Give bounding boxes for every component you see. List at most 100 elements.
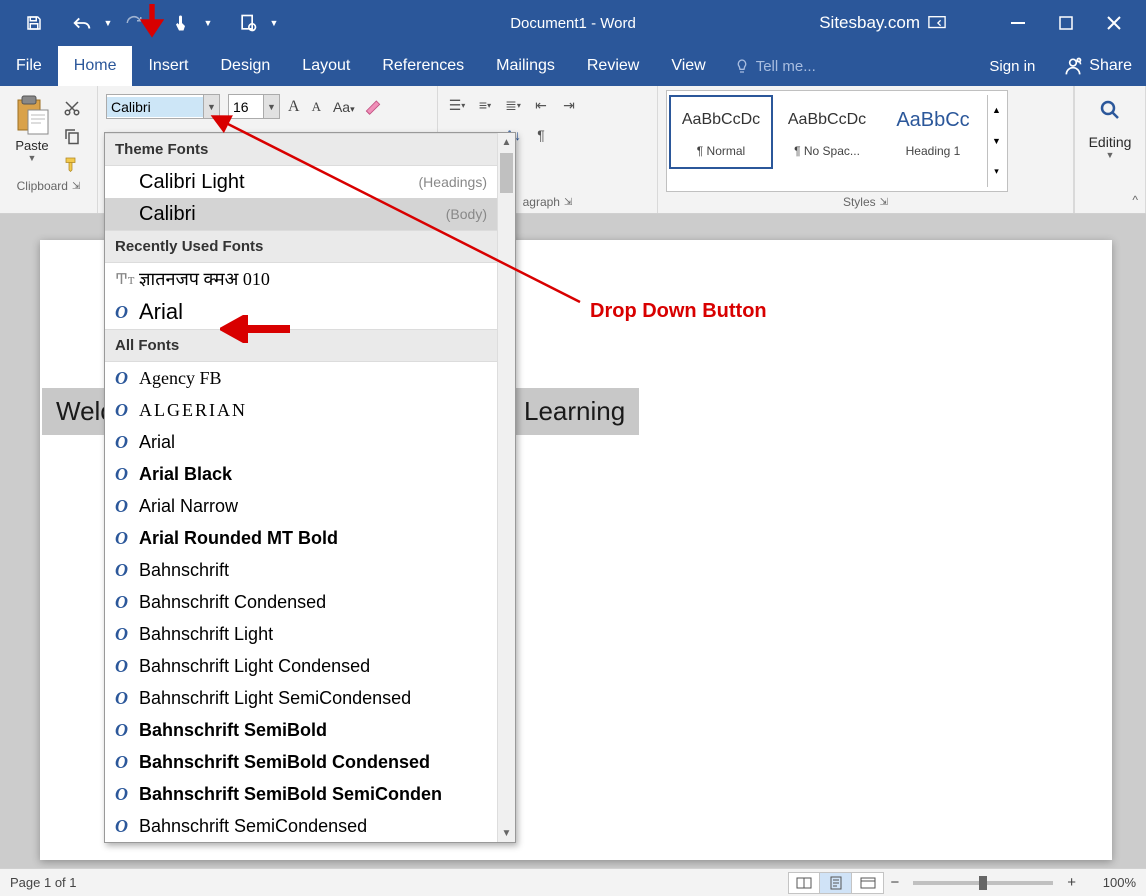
font-option-bahnschrift-semibold[interactable]: OBahnschrift SemiBold xyxy=(105,714,497,746)
format-painter-icon[interactable] xyxy=(60,152,84,176)
cut-icon[interactable] xyxy=(60,96,84,120)
redo-icon[interactable] xyxy=(120,9,148,37)
style-no-spacing[interactable]: AaBbCcDc ¶ No Spac... xyxy=(775,95,879,169)
font-option-calibri[interactable]: O Calibri (Body) xyxy=(105,198,497,230)
multilevel-icon[interactable]: ≣▾ xyxy=(502,94,524,116)
font-option-agency-fb[interactable]: OAgency FB xyxy=(105,362,497,394)
font-option-arial[interactable]: OArial xyxy=(105,426,497,458)
truetype-icon: Ͳт xyxy=(115,270,139,289)
tab-mailings[interactable]: Mailings xyxy=(480,46,571,86)
screen-icon xyxy=(928,15,946,31)
print-preview-icon[interactable] xyxy=(234,9,262,37)
style-normal[interactable]: AaBbCcDc ¶ Normal xyxy=(669,95,773,169)
bullets-icon[interactable]: ☰▾ xyxy=(446,94,468,116)
font-option-algerian[interactable]: OALGERIAN xyxy=(105,394,497,426)
styles-dialog-launcher-icon[interactable]: ⇲ xyxy=(880,197,888,208)
zoom-percent[interactable]: 100% xyxy=(1082,875,1136,890)
tell-me-box[interactable]: Tell me... xyxy=(722,46,828,86)
tab-review[interactable]: Review xyxy=(571,46,655,86)
zoom-out-button[interactable]: − xyxy=(884,874,905,891)
web-layout-icon[interactable] xyxy=(852,872,884,894)
save-icon[interactable] xyxy=(20,9,48,37)
copy-icon[interactable] xyxy=(60,124,84,148)
font-option-recent-0[interactable]: Ͳт ज्ञातनजप क्मअ 010 xyxy=(105,263,497,295)
scroll-thumb[interactable] xyxy=(500,153,513,193)
font-option-bahnschrift[interactable]: OBahnschrift xyxy=(105,554,497,586)
font-option-arial-black[interactable]: OArial Black xyxy=(105,458,497,490)
collapse-ribbon-icon[interactable]: ^ xyxy=(1132,193,1138,207)
change-case-button[interactable]: Aa▾ xyxy=(329,99,359,115)
page-count[interactable]: Page 1 of 1 xyxy=(10,875,77,890)
maximize-button[interactable] xyxy=(1042,7,1090,39)
font-option-calibri-light[interactable]: O Calibri Light (Headings) xyxy=(105,166,497,198)
qat-customize-icon[interactable]: ▼ xyxy=(268,9,280,37)
sign-in-button[interactable]: Sign in xyxy=(975,46,1049,86)
share-icon xyxy=(1063,56,1083,76)
decrease-font-button[interactable]: A xyxy=(308,99,325,115)
lightbulb-icon xyxy=(734,58,750,74)
font-option-bahnschrift-light-condensed[interactable]: OBahnschrift Light Condensed xyxy=(105,650,497,682)
zoom-slider[interactable] xyxy=(913,881,1053,885)
increase-font-button[interactable]: A xyxy=(284,98,304,116)
font-option-recent-arial[interactable]: O Arial xyxy=(105,295,497,329)
undo-dropdown-icon[interactable]: ▼ xyxy=(102,9,114,37)
font-option-bahnschrift-light[interactable]: OBahnschrift Light xyxy=(105,618,497,650)
font-option-bahnschrift-semicondensed[interactable]: OBahnschrift SemiCondensed xyxy=(105,810,497,842)
styles-scroll-up-icon[interactable]: ▲ xyxy=(988,95,1005,126)
font-size-combo[interactable]: ▼ xyxy=(228,94,280,119)
scroll-down-icon[interactable]: ▼ xyxy=(498,824,515,842)
decrease-indent-icon[interactable]: ⇤ xyxy=(530,94,552,116)
minimize-button[interactable] xyxy=(994,7,1042,39)
styles-group-label: Styles xyxy=(843,195,876,209)
read-mode-icon[interactable] xyxy=(788,872,820,894)
group-clipboard: Paste ▼ Clipboard ⇲ xyxy=(0,86,98,213)
font-option-arial-rounded[interactable]: OArial Rounded MT Bold xyxy=(105,522,497,554)
font-option-bahnschrift-semibold-condensed[interactable]: OBahnschrift SemiBold Condensed xyxy=(105,746,497,778)
tab-design[interactable]: Design xyxy=(204,46,286,86)
font-option-bahnschrift-condensed[interactable]: OBahnschrift Condensed xyxy=(105,586,497,618)
undo-icon[interactable] xyxy=(68,9,96,37)
tab-references[interactable]: References xyxy=(366,46,480,86)
paragraph-dialog-launcher-icon[interactable]: ⇲ xyxy=(564,197,572,208)
font-option-arial-narrow[interactable]: OArial Narrow xyxy=(105,490,497,522)
scroll-up-icon[interactable]: ▲ xyxy=(498,133,515,151)
touch-dropdown-icon[interactable]: ▼ xyxy=(202,9,214,37)
font-option-bahnschrift-light-semicondensed[interactable]: OBahnschrift Light SemiCondensed xyxy=(105,682,497,714)
font-name-dropdown-button[interactable]: ▼ xyxy=(203,95,219,118)
clipboard-dialog-launcher-icon[interactable]: ⇲ xyxy=(72,181,80,192)
recent-fonts-header: Recently Used Fonts xyxy=(105,230,497,263)
styles-expand-icon[interactable]: ▾ xyxy=(988,156,1005,187)
increase-indent-icon[interactable]: ⇥ xyxy=(558,94,580,116)
paste-label: Paste xyxy=(8,138,56,153)
view-buttons xyxy=(788,872,884,894)
tab-layout[interactable]: Layout xyxy=(286,46,366,86)
quick-access-toolbar: ▼ ▼ ▼ xyxy=(0,9,280,37)
share-button[interactable]: Share xyxy=(1049,46,1146,86)
font-size-dropdown-button[interactable]: ▼ xyxy=(263,95,279,118)
tab-file[interactable]: File xyxy=(0,46,58,86)
clear-formatting-icon[interactable] xyxy=(363,96,385,118)
font-name-combo[interactable]: ▼ xyxy=(106,94,220,119)
styles-scroll-down-icon[interactable]: ▼ xyxy=(988,126,1005,157)
zoom-in-button[interactable]: + xyxy=(1061,874,1082,891)
font-option-bahnschrift-semibold-semiconden[interactable]: OBahnschrift SemiBold SemiConden xyxy=(105,778,497,810)
style-heading1[interactable]: AaBbCc Heading 1 xyxy=(881,95,985,169)
find-icon xyxy=(1083,98,1137,128)
numbering-icon[interactable]: ≡▾ xyxy=(474,94,496,116)
tab-home[interactable]: Home xyxy=(58,46,133,86)
theme-fonts-header: Theme Fonts xyxy=(105,133,497,166)
close-button[interactable] xyxy=(1090,7,1138,39)
editing-button[interactable]: Editing ▼ xyxy=(1083,90,1137,168)
status-bar: Page 1 of 1 − + 100% xyxy=(0,868,1146,896)
show-hide-icon[interactable]: ¶ xyxy=(530,124,552,146)
font-dropdown-scrollbar[interactable]: ▲ ▼ xyxy=(497,133,515,842)
window-controls xyxy=(994,7,1138,39)
tab-insert[interactable]: Insert xyxy=(132,46,204,86)
touch-mode-icon[interactable] xyxy=(168,9,196,37)
group-styles: AaBbCcDc ¶ Normal AaBbCcDc ¶ No Spac... … xyxy=(658,86,1074,213)
print-layout-icon[interactable] xyxy=(820,872,852,894)
paste-button[interactable]: Paste ▼ xyxy=(8,94,56,176)
tab-view[interactable]: View xyxy=(655,46,721,86)
document-selected-text-right: Learning xyxy=(510,388,639,435)
opentype-icon: O xyxy=(115,302,139,323)
